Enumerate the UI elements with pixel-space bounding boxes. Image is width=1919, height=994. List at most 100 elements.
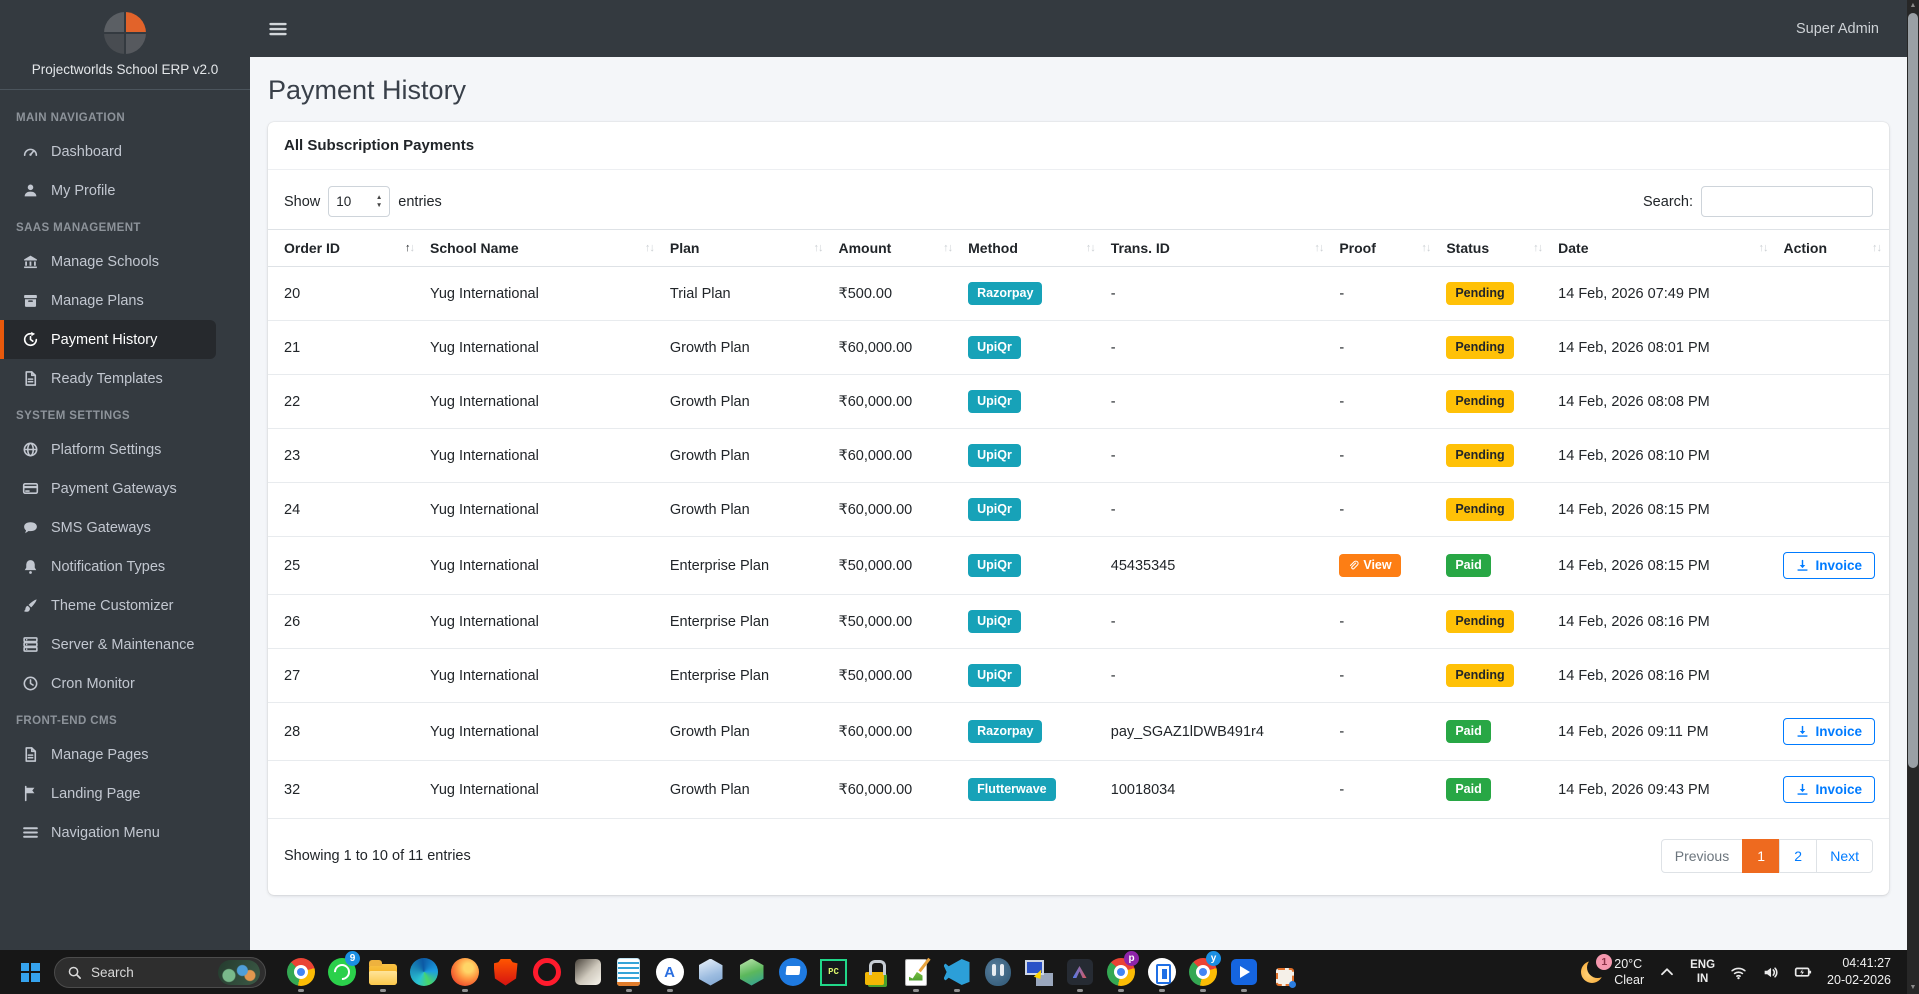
taskbar-icon-firefox[interactable] — [444, 951, 485, 993]
wifi-icon[interactable] — [1730, 964, 1747, 981]
column-header-date[interactable]: Date↑↓ — [1550, 230, 1775, 267]
invoice-button[interactable]: Invoice — [1783, 776, 1875, 803]
brave-icon — [494, 959, 518, 986]
cell-school-name: Yug International — [422, 375, 662, 429]
volume-icon[interactable] — [1762, 964, 1779, 981]
taskbar-icon-remote-desktop[interactable] — [1018, 951, 1059, 993]
opera-icon — [533, 958, 561, 986]
sidebar-item-navigation-menu[interactable]: Navigation Menu — [0, 813, 250, 852]
scroll-down-icon[interactable]: ▼ — [1907, 984, 1919, 991]
sidebar-item-sms-gateways[interactable]: SMS Gateways — [0, 508, 250, 547]
taskbar-icon-peak-a[interactable] — [1059, 951, 1100, 993]
taskbar-search[interactable]: Search — [54, 957, 266, 988]
taskbar-clock[interactable]: 04:41:27 20-02-2026 — [1827, 955, 1891, 989]
invoice-button[interactable]: Invoice — [1783, 552, 1875, 579]
taskbar-icon-modeler-cube[interactable] — [731, 951, 772, 993]
sidebar-item-theme-customizer[interactable]: Theme Customizer — [0, 586, 250, 625]
sidebar-item-notification-types[interactable]: Notification Types — [0, 547, 250, 586]
column-label: Order ID — [284, 240, 340, 256]
battery-icon[interactable] — [1794, 963, 1812, 981]
taskbar-icon-films-tv[interactable] — [1223, 951, 1264, 993]
cell-amount: ₹60,000.00 — [830, 483, 960, 537]
taskbar-icon-postgresql[interactable] — [977, 951, 1018, 993]
language-indicator[interactable]: ENGIN — [1690, 958, 1715, 987]
pagination-previous[interactable]: Previous — [1661, 839, 1743, 873]
sidebar-item-payment-history[interactable]: Payment History — [0, 320, 216, 359]
sidebar-item-landing-page[interactable]: Landing Page — [0, 774, 250, 813]
taskbar-icon-phone-door[interactable] — [1141, 951, 1182, 993]
taskbar-icon-edge[interactable] — [403, 951, 444, 993]
sidebar-item-label: Ready Templates — [51, 371, 163, 387]
column-header-trans-id[interactable]: Trans. ID↑↓ — [1103, 230, 1332, 267]
proof-view-badge[interactable]: View — [1339, 554, 1400, 577]
sidebar-item-ready-templates[interactable]: Ready Templates — [0, 359, 250, 398]
scrollbar-thumb[interactable] — [1908, 13, 1918, 768]
running-indicator — [667, 989, 673, 992]
cell-amount: ₹500.00 — [830, 267, 960, 321]
user-menu[interactable]: Super Admin — [1796, 21, 1879, 37]
hidden-icons-chevron[interactable] — [1659, 964, 1675, 980]
column-header-method[interactable]: Method↑↓ — [960, 230, 1103, 267]
column-header-school-name[interactable]: School Name↑↓ — [422, 230, 662, 267]
bank-icon — [22, 253, 39, 270]
sidebar-item-platform-settings[interactable]: Platform Settings — [0, 430, 250, 469]
sidebar-item-my-profile[interactable]: My Profile — [0, 171, 250, 210]
taskbar-icon-notepad-plus-plus[interactable] — [608, 951, 649, 993]
remote-monitor-icon — [779, 958, 807, 986]
sidebar-item-manage-plans[interactable]: Manage Plans — [0, 281, 250, 320]
pagination: Previous12Next — [1662, 839, 1873, 873]
cell-proof: - — [1331, 703, 1438, 761]
sidebar-toggle-icon[interactable] — [268, 19, 288, 39]
cell-proof: - — [1331, 429, 1438, 483]
taskbar-icon-remote-monitor[interactable] — [772, 951, 813, 993]
cell-status: Paid — [1438, 703, 1550, 761]
taskbar-icon-vscode[interactable] — [936, 951, 977, 993]
sidebar-item-server-maintenance[interactable]: Server & Maintenance — [0, 625, 250, 664]
sidebar-item-dashboard[interactable]: Dashboard — [0, 132, 250, 171]
page-size-control: Show 10 ▲▼ entries — [284, 186, 442, 217]
invoice-button[interactable]: Invoice — [1783, 718, 1875, 745]
column-header-status[interactable]: Status↑↓ — [1438, 230, 1550, 267]
column-header-action[interactable]: Action↑↓ — [1775, 230, 1889, 267]
taskbar-icon-screen-clip[interactable] — [1264, 951, 1305, 993]
column-header-proof[interactable]: Proof↑↓ — [1331, 230, 1438, 267]
taskbar-icon-pycharm[interactable] — [813, 951, 854, 993]
pagination-page-1[interactable]: 1 — [1742, 839, 1780, 873]
pagination-next[interactable]: Next — [1816, 839, 1873, 873]
taskbar-icon-report-editor[interactable] — [895, 951, 936, 993]
sidebar-item-manage-pages[interactable]: Manage Pages — [0, 735, 250, 774]
taskbar-icon-photos[interactable] — [567, 951, 608, 993]
taskbar-icon-opera[interactable] — [526, 951, 567, 993]
scroll-up-icon[interactable]: ▲ — [1907, 2, 1919, 9]
browser-scrollbar[interactable]: ▲ ▼ — [1907, 0, 1919, 994]
brand[interactable]: Projectworlds School ERP v2.0 — [0, 0, 250, 90]
cell-proof: - — [1331, 267, 1438, 321]
cell-plan: Growth Plan — [662, 703, 831, 761]
start-button[interactable] — [12, 954, 48, 990]
taskbar-icon-file-explorer[interactable] — [362, 951, 403, 993]
taskbar-icon-chrome-profile-p[interactable]: p — [1100, 951, 1141, 993]
weather-widget[interactable]: 1 20°C Clear — [1579, 956, 1644, 989]
cell-action: Invoice — [1775, 703, 1889, 761]
cell-action — [1775, 483, 1889, 537]
column-header-order-id[interactable]: Order ID↑↓ — [268, 230, 422, 267]
table-search-input[interactable] — [1701, 186, 1873, 217]
taskbar-icon-whatsapp[interactable]: 9 — [321, 951, 362, 993]
sidebar-item-payment-gateways[interactable]: Payment Gateways — [0, 469, 250, 508]
sidebar-nav: MAIN NAVIGATIONDashboardMy ProfileSAAS M… — [0, 90, 250, 852]
credit-card-icon — [22, 480, 39, 497]
pagination-page-2[interactable]: 2 — [1779, 839, 1817, 873]
taskbar-icon-app-a[interactable] — [649, 951, 690, 993]
taskbar-icon-chrome-profile-y[interactable]: y — [1182, 951, 1223, 993]
sidebar-item-manage-schools[interactable]: Manage Schools — [0, 242, 250, 281]
column-header-plan[interactable]: Plan↑↓ — [662, 230, 831, 267]
taskbar-icon-winscp[interactable] — [854, 951, 895, 993]
page-size-select[interactable]: 10 ▲▼ — [328, 186, 390, 217]
vscode-icon — [944, 959, 970, 985]
sidebar-item-cron-monitor[interactable]: Cron Monitor — [0, 664, 250, 703]
column-header-amount[interactable]: Amount↑↓ — [830, 230, 960, 267]
status-badge: Pending — [1446, 610, 1513, 633]
taskbar-icon-cube-3d[interactable] — [690, 951, 731, 993]
taskbar-icon-brave[interactable] — [485, 951, 526, 993]
taskbar-icon-chrome[interactable] — [280, 951, 321, 993]
